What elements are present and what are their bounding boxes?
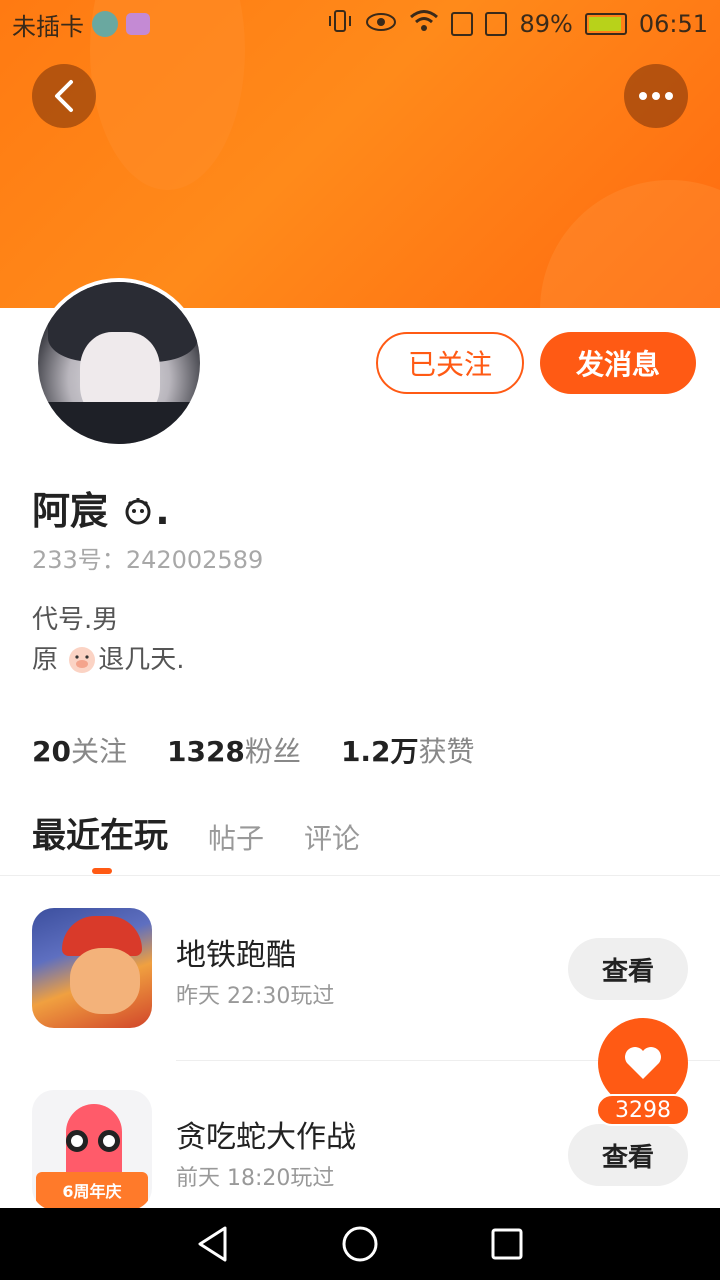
- user-bio: 代号.男 原 退几天.: [32, 605, 185, 675]
- heart-icon: [625, 1047, 661, 1079]
- game-icon: 6周年庆: [32, 1090, 152, 1210]
- more-dots-icon: [639, 92, 673, 100]
- game-played-time: 前天 18:20玩过: [176, 1166, 335, 1191]
- moon-icon: [92, 11, 118, 37]
- stats-row: 20关注 1328粉丝 1.2万获赞: [32, 730, 475, 770]
- like-count-badge: 3298: [596, 1094, 690, 1126]
- send-message-button[interactable]: 发消息: [540, 332, 696, 394]
- profile-tabs: 最近在玩 帖子 评论: [32, 808, 360, 857]
- more-options-button[interactable]: [624, 64, 688, 128]
- stat-following[interactable]: 20关注: [32, 730, 127, 770]
- tab-posts[interactable]: 帖子: [208, 817, 264, 857]
- carrier-label: 未插卡: [12, 12, 84, 41]
- system-nav-bar: [0, 1208, 720, 1280]
- stat-likes[interactable]: 1.2万获赞: [341, 730, 475, 770]
- tab-comments[interactable]: 评论: [304, 817, 360, 857]
- chevron-left-icon: [55, 80, 73, 112]
- active-tab-indicator: [92, 868, 112, 874]
- flower-emoji-icon: [108, 489, 155, 533]
- nav-recents-button[interactable]: [487, 1224, 527, 1264]
- game-name: 地铁跑酷: [176, 938, 296, 973]
- user-id: 233号：242002589: [32, 546, 264, 574]
- back-button[interactable]: [32, 64, 96, 128]
- game-name: 贪吃蛇大作战: [176, 1120, 356, 1155]
- followed-button[interactable]: 已关注: [376, 332, 524, 394]
- square-recents-icon: [491, 1228, 523, 1260]
- wifi-icon: [409, 8, 439, 40]
- stat-followers[interactable]: 1328粉丝: [167, 730, 301, 770]
- eye-icon: [365, 8, 397, 40]
- view-game-button[interactable]: 查看: [568, 938, 688, 1000]
- pig-emoji-icon: [58, 645, 98, 675]
- status-bar: 未插卡 89% 06:51: [0, 0, 720, 48]
- game-played-time: 昨天 22:30玩过: [176, 984, 335, 1009]
- vibrate-icon: [327, 8, 353, 40]
- nav-back-button[interactable]: [193, 1224, 233, 1264]
- game-icon: [32, 908, 152, 1028]
- view-game-button[interactable]: 查看: [568, 1124, 688, 1186]
- nav-home-button[interactable]: [340, 1224, 380, 1264]
- divider: [0, 875, 720, 876]
- triangle-back-icon: [198, 1226, 227, 1262]
- sim-icon: [451, 12, 474, 36]
- username: 阿宸 .: [32, 489, 170, 533]
- tab-recently-played[interactable]: 最近在玩: [32, 808, 168, 857]
- banner-decoration: [540, 180, 720, 308]
- circle-home-icon: [342, 1226, 378, 1262]
- battery-percent: 89%: [519, 10, 573, 38]
- battery-icon: [584, 13, 627, 35]
- avatar[interactable]: [34, 278, 204, 448]
- app-notification-icon: [126, 13, 150, 35]
- clock: 06:51: [638, 10, 708, 38]
- sim-icon: [485, 12, 508, 36]
- list-item-game[interactable]: 地铁跑酷 昨天 22:30玩过 查看: [32, 908, 720, 1028]
